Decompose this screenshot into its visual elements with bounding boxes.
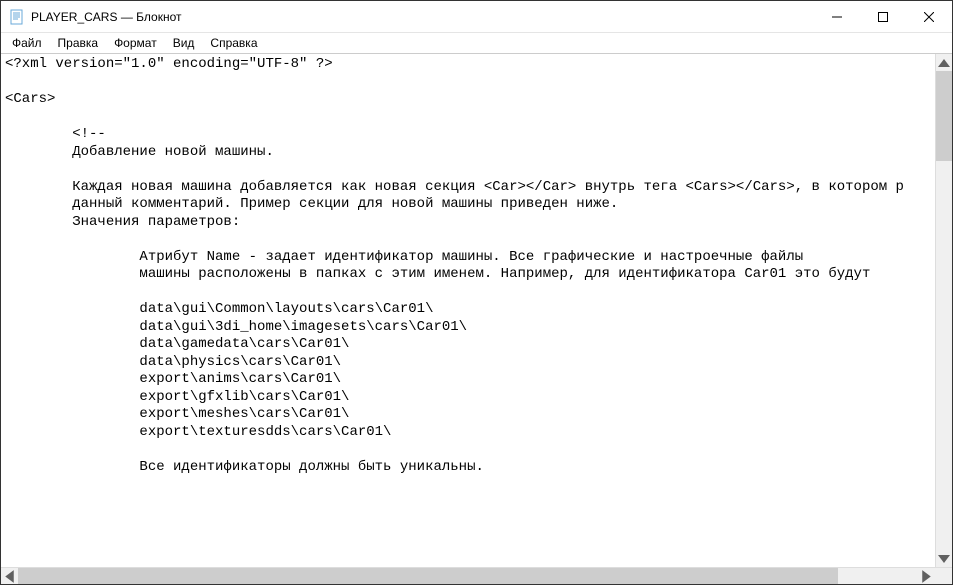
close-button[interactable]	[906, 1, 952, 32]
scroll-up-button[interactable]	[936, 54, 952, 71]
scroll-down-button[interactable]	[936, 550, 952, 567]
menu-file[interactable]: Файл	[5, 35, 49, 51]
horizontal-scroll-thumb[interactable]	[18, 568, 838, 584]
window-controls	[814, 1, 952, 32]
menubar: Файл Правка Формат Вид Справка	[1, 33, 952, 53]
titlebar[interactable]: PLAYER_CARS — Блокнот	[1, 1, 952, 33]
scroll-right-button[interactable]	[918, 568, 935, 584]
horizontal-scrollbar[interactable]	[1, 567, 952, 584]
window-title: PLAYER_CARS — Блокнот	[31, 10, 181, 24]
minimize-button[interactable]	[814, 1, 860, 32]
vertical-scroll-track[interactable]	[936, 71, 952, 550]
horizontal-scroll-track[interactable]	[18, 568, 918, 584]
maximize-button[interactable]	[860, 1, 906, 32]
notepad-window: PLAYER_CARS — Блокнот Файл Правка Формат…	[1, 1, 952, 584]
menu-edit[interactable]: Правка	[51, 35, 106, 51]
menu-help[interactable]: Справка	[203, 35, 264, 51]
text-editor[interactable]: <?xml version="1.0" encoding="UTF-8" ?> …	[1, 54, 935, 567]
notepad-icon	[9, 9, 25, 25]
vertical-scroll-thumb[interactable]	[936, 71, 952, 161]
menu-view[interactable]: Вид	[166, 35, 202, 51]
vertical-scrollbar[interactable]	[935, 54, 952, 567]
editor-area: <?xml version="1.0" encoding="UTF-8" ?> …	[1, 53, 952, 567]
menu-format[interactable]: Формат	[107, 35, 164, 51]
scrollbar-corner	[935, 568, 952, 584]
scroll-left-button[interactable]	[1, 568, 18, 584]
